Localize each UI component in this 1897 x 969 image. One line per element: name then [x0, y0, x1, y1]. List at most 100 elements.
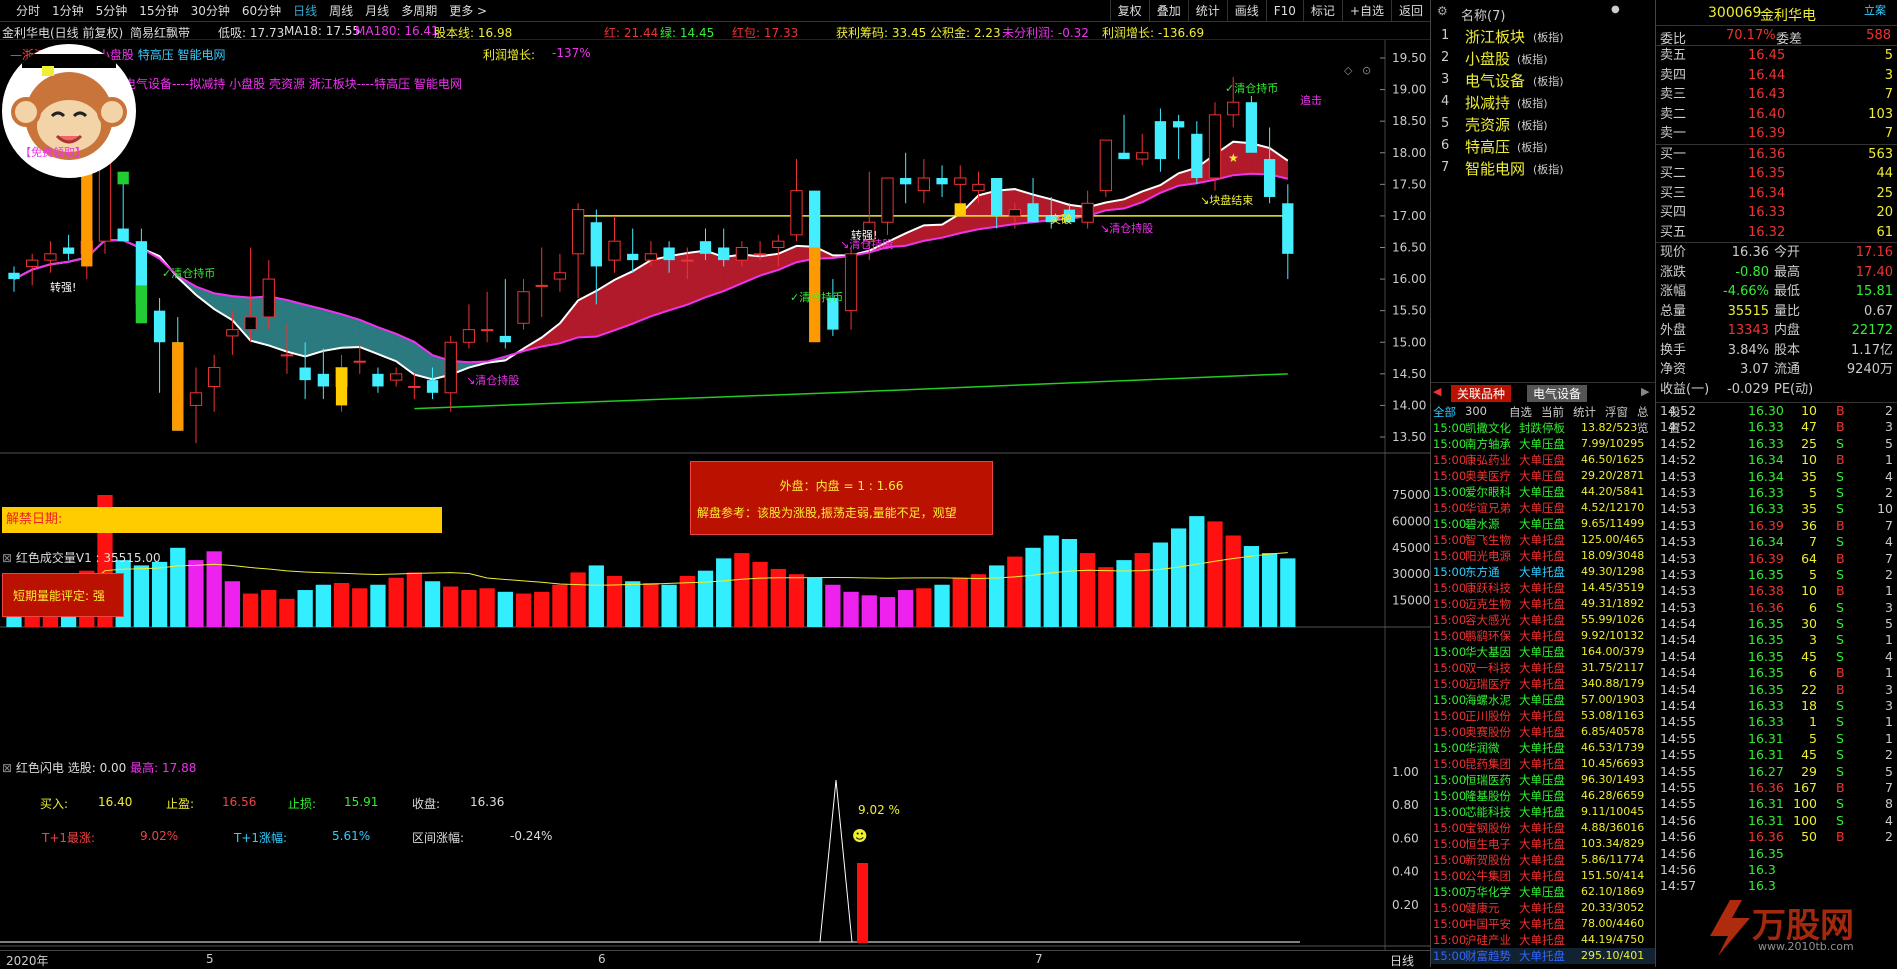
candle[interactable] [63, 235, 74, 260]
candle[interactable] [900, 153, 911, 204]
volume-bar[interactable] [152, 562, 167, 627]
candle[interactable] [318, 349, 329, 400]
buys-row-0[interactable]: 买一16.36563 [1656, 145, 1897, 165]
volume-bar[interactable] [352, 588, 367, 627]
related-row[interactable]: 15:00华大基因大单压盘164.00/379 [1431, 644, 1655, 660]
candle[interactable] [918, 159, 929, 203]
volume-bar[interactable] [1135, 553, 1150, 627]
candle[interactable] [827, 279, 838, 336]
volume-bar[interactable] [625, 581, 640, 627]
volume-bar[interactable] [1098, 567, 1113, 627]
toolbar-button-4[interactable]: F10 [1266, 0, 1303, 22]
candle[interactable] [1082, 191, 1093, 229]
candle[interactable] [154, 298, 165, 393]
toolbar-button-5[interactable]: 标记 [1303, 0, 1342, 22]
sector-item-3[interactable]: 4拟减持(板指) [1431, 92, 1655, 114]
candle[interactable] [190, 368, 201, 444]
volume-bar[interactable] [698, 571, 713, 627]
candle[interactable] [1118, 115, 1129, 159]
subtab-2[interactable]: 自选 [1509, 404, 1532, 420]
toolbar-button-3[interactable]: 画线 [1227, 0, 1266, 22]
candle[interactable] [627, 229, 638, 273]
sector-item-6[interactable]: 7智能电网(板指) [1431, 158, 1655, 180]
candle[interactable] [209, 355, 220, 412]
related-row[interactable]: 15:00智飞生物大单托盘125.00/465 [1431, 532, 1655, 548]
toolbar-button-0[interactable]: 复权 [1110, 0, 1149, 22]
related-row[interactable]: 15:00奥美医疗大单压盘29.20/2871 [1431, 468, 1655, 484]
candle[interactable] [390, 368, 401, 387]
candle[interactable] [481, 292, 492, 343]
candle[interactable] [27, 254, 38, 286]
volume-bar[interactable] [825, 585, 840, 627]
candle[interactable] [936, 165, 947, 197]
volume-bar[interactable] [1226, 535, 1241, 627]
related-row[interactable]: 15:00新贺股份大单托盘5.86/11774 [1431, 852, 1655, 868]
timeframe-10[interactable]: 更多 > [443, 2, 493, 19]
timeframe-4[interactable]: 30分钟 [185, 2, 236, 19]
candle[interactable] [1209, 102, 1220, 190]
candle[interactable] [463, 304, 474, 348]
volume-bar[interactable] [570, 572, 585, 627]
related-row[interactable]: 15:00财富趋势大单托盘295.10/401 [1431, 948, 1655, 964]
related-row[interactable]: 15:00芯能科技大单托盘9.11/10045 [1431, 804, 1655, 820]
related-row[interactable]: 15:00碧水源大单压盘9.65/11499 [1431, 516, 1655, 532]
sells-row-1[interactable]: 卖四16.443 [1656, 66, 1897, 86]
related-row[interactable]: 15:00中国平安大单托盘78.00/4460 [1431, 916, 1655, 932]
timeframe-7[interactable]: 周线 [323, 2, 359, 19]
sells-row-3[interactable]: 卖二16.40103 [1656, 105, 1897, 125]
related-row[interactable]: 15:00健康元大单托盘20.33/3052 [1431, 900, 1655, 916]
volume-bar[interactable] [134, 565, 149, 627]
timeframe-6[interactable]: 日线 [287, 2, 323, 19]
volume-bar[interactable] [916, 588, 931, 627]
sector-item-2[interactable]: 3电气设备(板指) [1431, 70, 1655, 92]
timeframe-3[interactable]: 15分钟 [133, 2, 184, 19]
candle[interactable] [536, 248, 547, 317]
related-row[interactable]: 15:00凯撒文化封跌停板13.82/523 [1431, 420, 1655, 436]
gear-icon[interactable]: ⚙ [1437, 4, 1448, 18]
related-row[interactable]: 15:00迈瑞医疗大单托盘340.88/179 [1431, 676, 1655, 692]
candle[interactable] [245, 248, 256, 343]
volume-bar[interactable] [843, 592, 858, 627]
volume-bar[interactable] [498, 592, 513, 627]
volume-bar[interactable] [589, 565, 604, 627]
toolbar-button-7[interactable]: 返回 [1391, 0, 1430, 22]
timeframe-5[interactable]: 60分钟 [236, 2, 287, 19]
related-row[interactable]: 15:00恒生电子大单托盘103.34/829 [1431, 836, 1655, 852]
analysis-popup[interactable]: 外盘：内盘 = 1 : 1.66 解盘参考：该股为涨股,振荡走弱,量能不足，观望 [690, 461, 993, 535]
volume-bar[interactable] [370, 585, 385, 627]
candle[interactable] [882, 178, 893, 235]
candle[interactable] [1173, 115, 1184, 159]
volume-bar[interactable] [443, 587, 458, 627]
sector-item-1[interactable]: 2小盘股(板指) [1431, 48, 1655, 70]
buys-row-3[interactable]: 买四16.3320 [1656, 203, 1897, 223]
volume-bar[interactable] [643, 583, 658, 627]
volume-bar[interactable] [880, 597, 895, 627]
related-row[interactable]: 15:00正川股份大单托盘53.08/1163 [1431, 708, 1655, 724]
candle[interactable] [1155, 109, 1166, 172]
candle[interactable] [1264, 127, 1275, 203]
collapse-icon-2[interactable]: ⊠ [2, 761, 16, 775]
volume-bar[interactable] [1280, 558, 1295, 627]
related-row[interactable]: 15:00东方通大单托盘49.30/1298 [1431, 564, 1655, 580]
volume-bar[interactable] [425, 581, 440, 627]
related-row[interactable]: 15:00万华化学大单压盘62.10/1869 [1431, 884, 1655, 900]
toolbar-button-2[interactable]: 统计 [1188, 0, 1227, 22]
sector-item-0[interactable]: 1浙江板块(板指) [1431, 26, 1655, 48]
candle[interactable] [554, 254, 565, 292]
volume-bar[interactable] [1044, 535, 1059, 627]
volume-bar[interactable] [1025, 548, 1040, 627]
subtab-4[interactable]: 统计 [1573, 404, 1596, 420]
related-row[interactable]: 15:00宝钢股份大单托盘4.88/36016 [1431, 820, 1655, 836]
volume-bar[interactable] [225, 581, 240, 627]
toolbar-button-1[interactable]: 叠加 [1149, 0, 1188, 22]
candle[interactable] [572, 203, 583, 298]
sector-item-4[interactable]: 5壳资源(板指) [1431, 114, 1655, 136]
candle[interactable] [791, 159, 802, 241]
timeframe-0[interactable]: 分时 [10, 2, 46, 19]
dot-icon[interactable]: ● [1611, 4, 1620, 15]
pin-icon[interactable]: ⊙ [1362, 64, 1371, 77]
related-row[interactable]: 15:00康弘药业大单压盘46.50/1625 [1431, 452, 1655, 468]
candle[interactable] [1282, 184, 1293, 279]
stock-tag[interactable]: 立案 [1864, 2, 1886, 18]
volume-bar[interactable] [716, 558, 731, 627]
